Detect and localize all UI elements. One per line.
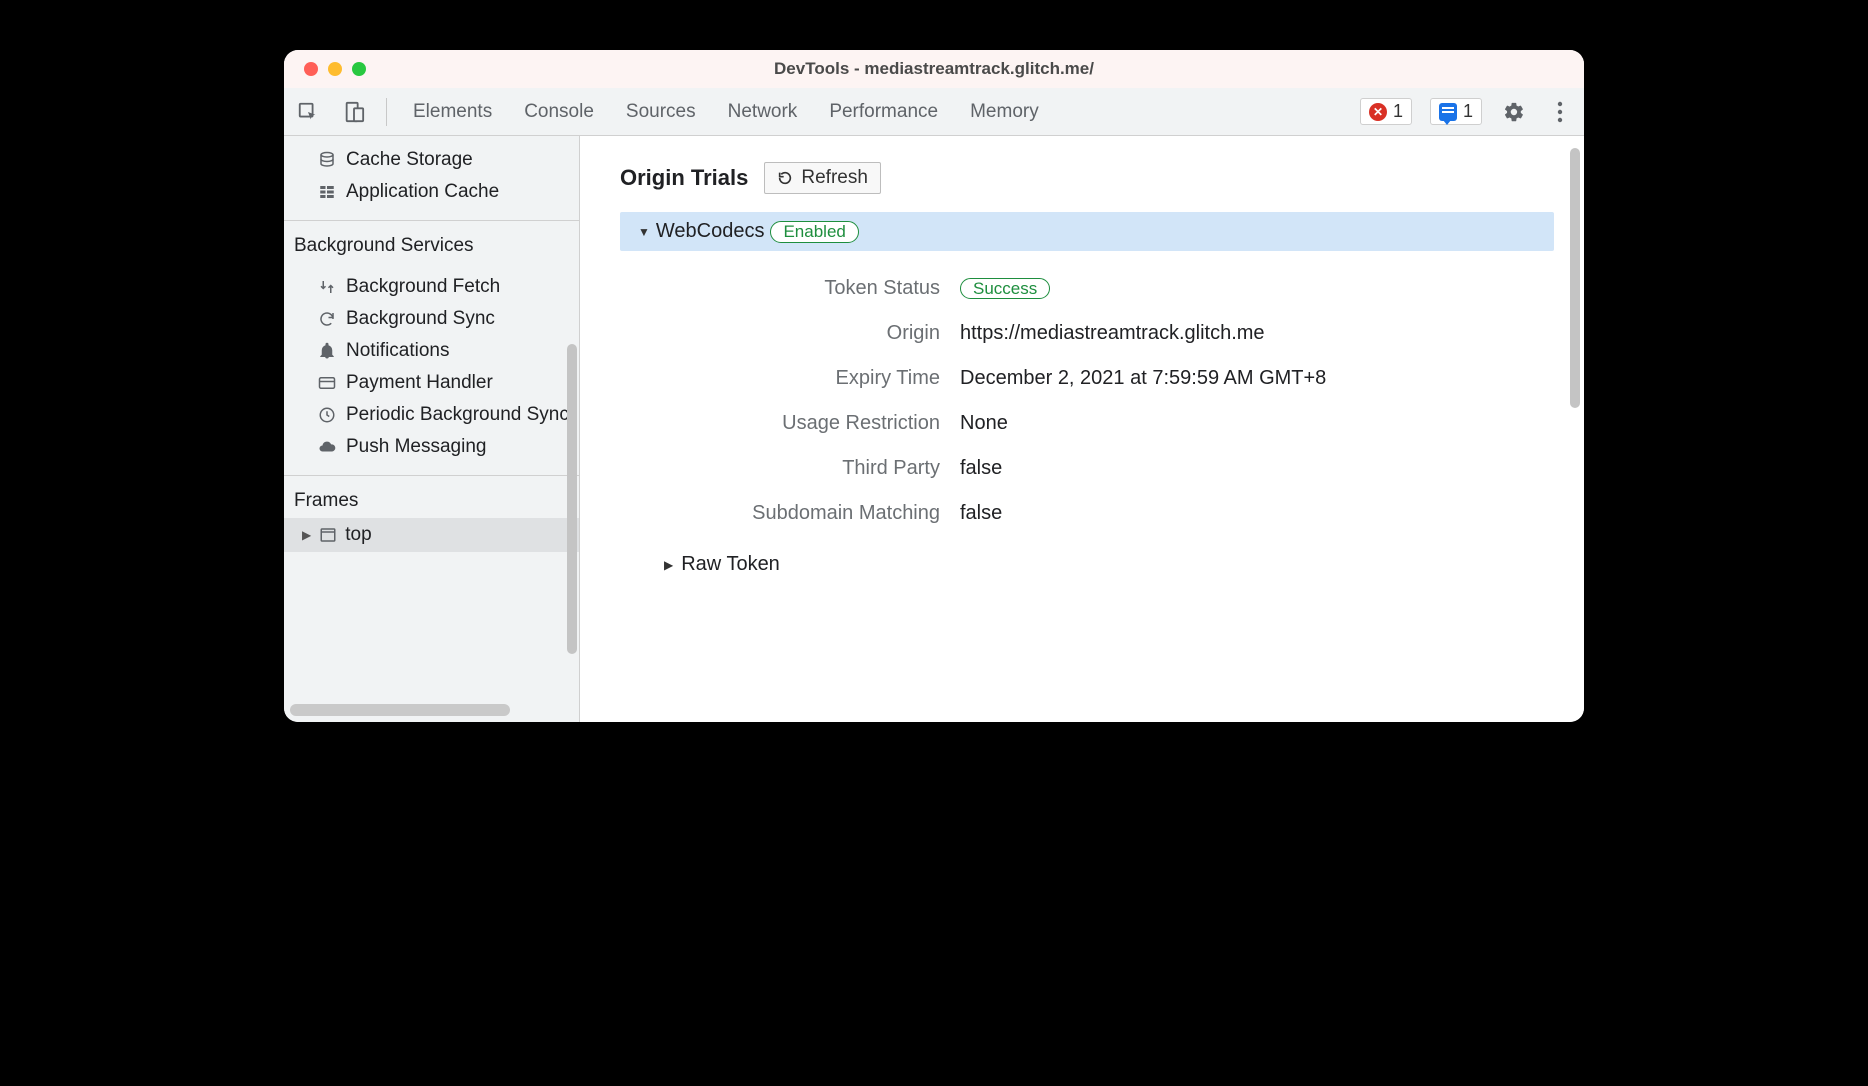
field-value-token-status: Success bbox=[960, 277, 1554, 300]
collapse-triangle-icon[interactable]: ▼ bbox=[638, 225, 650, 239]
expand-triangle-icon[interactable]: ▶ bbox=[302, 528, 311, 542]
frame-icon bbox=[319, 526, 337, 544]
field-value-subdomain: false bbox=[960, 502, 1554, 525]
token-status-badge: Success bbox=[960, 278, 1050, 299]
issues-count: 1 bbox=[1463, 101, 1473, 122]
sidebar-scrollbar-vertical[interactable] bbox=[567, 144, 577, 692]
field-key-usage: Usage Restriction bbox=[660, 412, 960, 435]
toolbar-separator bbox=[386, 98, 387, 126]
sidebar-item-periodic-background-sync[interactable]: Periodic Background Sync bbox=[284, 399, 579, 431]
sidebar-item-label: Periodic Background Sync bbox=[346, 404, 569, 426]
devtools-body: Cache Storage Application Cache Backgrou… bbox=[284, 136, 1584, 722]
frame-label: top bbox=[345, 524, 371, 546]
sidebar-item-background-fetch[interactable]: Background Fetch bbox=[284, 271, 579, 303]
raw-token-label: Raw Token bbox=[681, 553, 780, 576]
devtools-toolbar: Elements Console Sources Network Perform… bbox=[284, 88, 1584, 136]
tab-network[interactable]: Network bbox=[728, 101, 798, 123]
window-title: DevTools - mediastreamtrack.glitch.me/ bbox=[284, 59, 1584, 79]
expand-triangle-icon[interactable]: ▶ bbox=[664, 558, 673, 572]
issues-counter[interactable]: 1 bbox=[1430, 98, 1482, 125]
sidebar-item-cache-storage[interactable]: Cache Storage bbox=[284, 144, 579, 176]
sidebar-item-notifications[interactable]: Notifications bbox=[284, 335, 579, 367]
scrollbar-thumb[interactable] bbox=[567, 344, 577, 654]
application-sidebar: Cache Storage Application Cache Backgrou… bbox=[284, 136, 580, 722]
close-window-button[interactable] bbox=[304, 62, 318, 76]
field-key-third-party: Third Party bbox=[660, 457, 960, 480]
sidebar-item-label: Background Sync bbox=[346, 308, 495, 330]
tab-performance[interactable]: Performance bbox=[829, 101, 938, 123]
trial-name: WebCodecs bbox=[656, 220, 765, 243]
refresh-button[interactable]: Refresh bbox=[764, 162, 881, 194]
refresh-icon bbox=[777, 170, 793, 186]
error-counter[interactable]: ✕ 1 bbox=[1360, 98, 1412, 125]
field-key-token-status: Token Status bbox=[660, 277, 960, 300]
more-menu-icon[interactable] bbox=[1546, 98, 1574, 126]
field-value-third-party: false bbox=[960, 457, 1554, 480]
main-scrollbar-vertical[interactable] bbox=[1570, 148, 1580, 710]
error-icon: ✕ bbox=[1369, 103, 1387, 121]
fetch-icon bbox=[318, 278, 336, 296]
sidebar-item-application-cache[interactable]: Application Cache bbox=[284, 176, 579, 208]
trial-webcodecs-row[interactable]: ▼ WebCodecs Enabled bbox=[620, 212, 1554, 251]
sidebar-item-background-sync[interactable]: Background Sync bbox=[284, 303, 579, 335]
tab-sources[interactable]: Sources bbox=[626, 101, 696, 123]
zoom-window-button[interactable] bbox=[352, 62, 366, 76]
tab-memory[interactable]: Memory bbox=[970, 101, 1039, 123]
field-key-expiry: Expiry Time bbox=[660, 367, 960, 390]
bell-icon bbox=[318, 342, 336, 360]
origin-trials-panel: Origin Trials Refresh ▼ WebCodecs Enable… bbox=[580, 136, 1584, 722]
refresh-label: Refresh bbox=[801, 167, 868, 189]
minimize-window-button[interactable] bbox=[328, 62, 342, 76]
issues-icon bbox=[1439, 103, 1457, 121]
sidebar-item-label: Notifications bbox=[346, 340, 450, 362]
trial-status-badge: Enabled bbox=[770, 221, 858, 243]
devtools-window: DevTools - mediastreamtrack.glitch.me/ E… bbox=[284, 50, 1584, 722]
clock-icon bbox=[318, 406, 336, 424]
sidebar-item-payment-handler[interactable]: Payment Handler bbox=[284, 367, 579, 399]
trial-details: Token Status Success Origin https://medi… bbox=[620, 263, 1554, 525]
sidebar-item-label: Application Cache bbox=[346, 181, 499, 203]
panel-tabs: Elements Console Sources Network Perform… bbox=[413, 101, 1039, 123]
sidebar-item-label: Push Messaging bbox=[346, 436, 486, 458]
sidebar-divider bbox=[284, 220, 579, 221]
grid-icon bbox=[318, 183, 336, 201]
tab-console[interactable]: Console bbox=[524, 101, 594, 123]
device-toolbar-icon[interactable] bbox=[340, 98, 368, 126]
sidebar-heading-background-services: Background Services bbox=[284, 225, 579, 263]
sidebar-heading-frames: Frames bbox=[284, 480, 579, 518]
database-stack-icon bbox=[318, 151, 336, 169]
error-count: 1 bbox=[1393, 101, 1403, 122]
credit-card-icon bbox=[318, 374, 336, 392]
traffic-lights bbox=[284, 62, 366, 76]
field-value-origin: https://mediastreamtrack.glitch.me bbox=[960, 322, 1554, 345]
sidebar-item-push-messaging[interactable]: Push Messaging bbox=[284, 431, 579, 463]
cloud-icon bbox=[318, 438, 336, 456]
sidebar-item-label: Cache Storage bbox=[346, 149, 473, 171]
scrollbar-thumb[interactable] bbox=[1570, 148, 1580, 408]
tab-elements[interactable]: Elements bbox=[413, 101, 492, 123]
inspect-element-icon[interactable] bbox=[294, 98, 322, 126]
panel-heading: Origin Trials bbox=[620, 165, 748, 191]
field-value-expiry: December 2, 2021 at 7:59:59 AM GMT+8 bbox=[960, 367, 1554, 390]
sidebar-item-label: Payment Handler bbox=[346, 372, 493, 394]
frame-item-top[interactable]: ▶ top bbox=[284, 518, 579, 552]
field-key-subdomain: Subdomain Matching bbox=[660, 502, 960, 525]
field-value-usage: None bbox=[960, 412, 1554, 435]
sidebar-item-label: Background Fetch bbox=[346, 276, 500, 298]
sidebar-scrollbar-horizontal[interactable] bbox=[290, 704, 510, 716]
sidebar-divider bbox=[284, 475, 579, 476]
raw-token-row[interactable]: ▶ Raw Token bbox=[620, 525, 1554, 576]
window-titlebar: DevTools - mediastreamtrack.glitch.me/ bbox=[284, 50, 1584, 88]
settings-icon[interactable] bbox=[1500, 98, 1528, 126]
field-key-origin: Origin bbox=[660, 322, 960, 345]
sync-icon bbox=[318, 310, 336, 328]
